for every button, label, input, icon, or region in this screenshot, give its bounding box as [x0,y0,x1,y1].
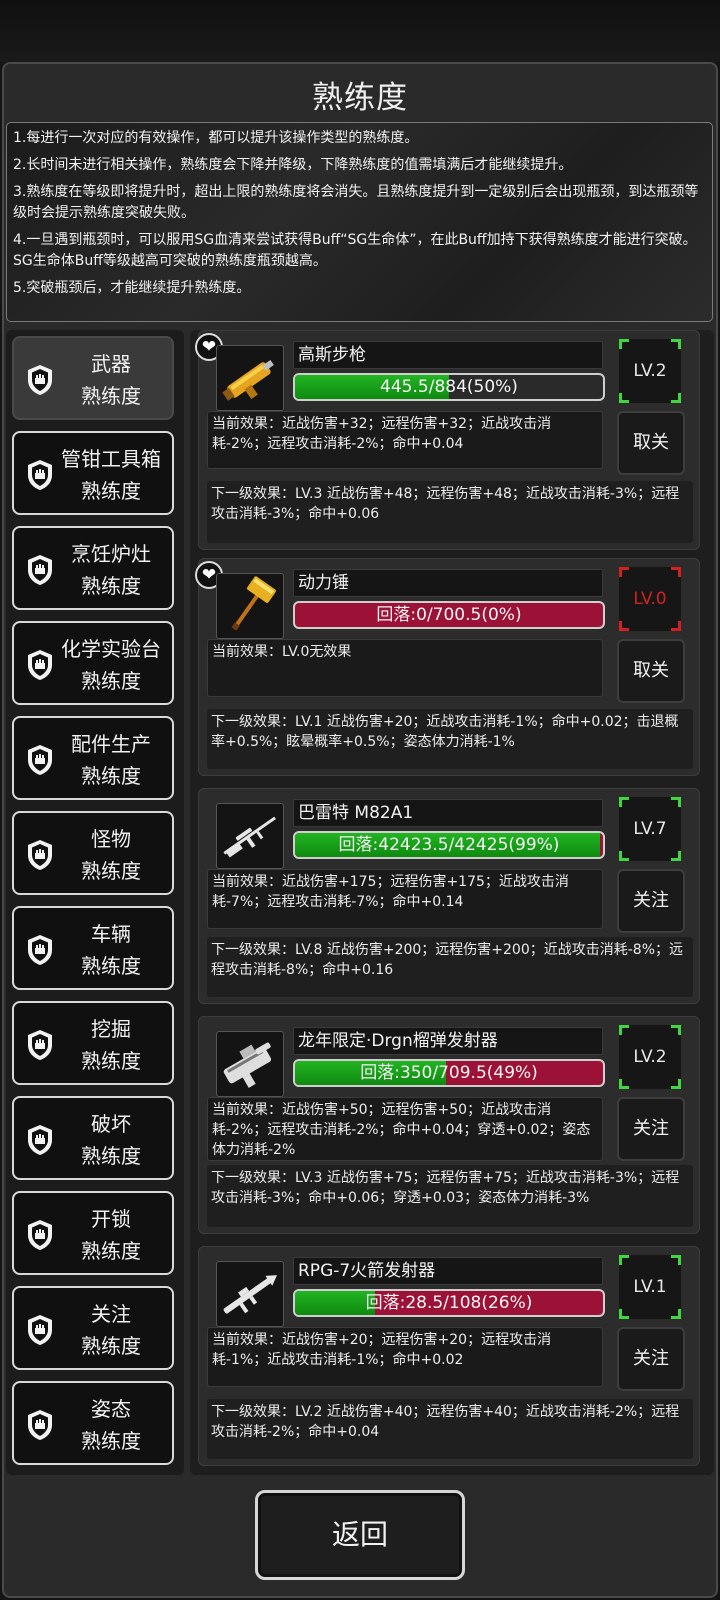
category-name: 姿态 [91,1397,131,1421]
next-level-effect: 下一级效果：LV.8 近战伤害+200；远程伤害+200；近战攻击消耗-8%；远… [207,937,693,997]
category-suffix: 熟练度 [81,1144,141,1168]
weapon-name: 动力锤 [293,569,603,597]
proficiency-bar: 回落:42423.5/42425(99%) [293,831,605,859]
level-text: LV.0 [633,589,667,609]
category-suffix: 熟练度 [81,669,141,693]
category-suffix: 熟练度 [81,1049,141,1073]
weapon-list[interactable]: ❤ 高斯步枪 445.5/884(50%) LV.2 当前效果：近战伤害+32；远程伤害… [190,330,714,1475]
level-badge: LV.7 [619,797,681,861]
follow-toggle-button[interactable]: 关注 [617,1327,685,1391]
category-suffix: 熟练度 [81,479,141,503]
follow-toggle-button[interactable]: 关注 [617,1097,685,1161]
proficiency-bar: 回落:28.5/108(26%) [293,1289,605,1317]
proficiency-text: 回落:350/709.5(49%) [360,1063,538,1083]
proficiency-text: 回落:42423.5/42425(99%) [338,835,560,855]
next-level-effect: 下一级效果：LV.3 近战伤害+48；远程伤害+48；近战攻击消耗-3%；远程攻… [207,481,693,543]
category-item-2[interactable]: 烹饪炉灶 熟练度 [12,526,174,610]
weapon-card: RPG-7火箭发射器回落:28.5/108(26%) LV.1 当前效果：近战伤害+… [198,1246,700,1466]
category-name: 怪物 [91,827,131,851]
follow-toggle-button[interactable]: 关注 [617,869,685,933]
top-background [0,0,720,62]
category-sidebar[interactable]: 武器 熟练度 管钳工具箱 熟练度 烹饪炉灶 熟练度 化学实验台 熟练度 配件生产 熟练度 怪物 熟练度… [6,330,184,1475]
next-level-effect: 下一级效果：LV.2 近战伤害+40；远程伤害+40；近战攻击消耗-2%；远程攻… [207,1399,693,1459]
weapon-name: 高斯步枪 [293,341,603,369]
gauss-rifle-icon [216,345,284,411]
category-item-3[interactable]: 化学实验台 熟练度 [12,621,174,705]
category-name: 破坏 [91,1112,131,1136]
category-item-6[interactable]: 车辆 熟练度 [12,906,174,990]
category-item-5[interactable]: 怪物 熟练度 [12,811,174,895]
proficiency-bar: 回落:350/709.5(49%) [293,1059,605,1087]
follow-toggle-button[interactable]: 取关 [617,639,685,703]
category-item-0[interactable]: 武器 熟练度 [12,336,174,420]
category-suffix: 熟练度 [81,954,141,978]
category-suffix: 熟练度 [81,384,141,408]
proficiency-text: 回落:28.5/108(26%) [365,1293,533,1313]
rocket-launcher-icon [216,1261,284,1327]
category-item-1[interactable]: 管钳工具箱 熟练度 [12,431,174,515]
category-suffix: 熟练度 [81,764,141,788]
current-effect: 当前效果：近战伤害+20；远程伤害+20；远程攻击消耗-1%；近战攻击消耗-1%… [207,1327,603,1387]
category-suffix: 熟练度 [81,1334,141,1358]
category-name: 挖掘 [91,1017,131,1041]
weapon-card: ❤ 高斯步枪 445.5/884(50%) LV.2 当前效果：近战伤害+32；远程伤害… [195,330,700,550]
category-suffix: 熟练度 [81,859,141,883]
category-item-9[interactable]: 开锁 熟练度 [12,1191,174,1275]
category-name: 配件生产 [71,732,151,756]
level-text: LV.1 [633,1277,667,1297]
category-suffix: 熟练度 [81,574,141,598]
proficiency-text: 445.5/884(50%) [380,377,518,397]
proficiency-text: 回落:0/700.5(0%) [376,605,522,625]
category-item-4[interactable]: 配件生产 熟练度 [12,716,174,800]
rule-3: 3.熟练度在等级即将提升时，超出上限的熟练度将会消失。且熟练度提升到一定级别后会… [13,184,699,221]
power-hammer-icon [216,573,284,639]
weapon-card: 巴雷特 M82A1 回落:42423.5/42425(99%) LV.7 当前效果：近… [198,788,700,1004]
next-level-effect: 下一级效果：LV.1 近战伤害+20；近战攻击消耗-1%；命中+0.02；击退概… [207,709,693,769]
page-title: 熟练度 [312,80,408,116]
proficiency-bar: 回落:0/700.5(0%) [293,601,605,629]
current-effect: 当前效果：近战伤害+32；远程伤害+32；近战攻击消耗-2%；远程攻击消耗-2%… [207,411,603,469]
level-badge: LV.2 [619,339,681,403]
level-text: LV.2 [633,1047,667,1067]
rules-box: 1.每进行一次对应的有效操作，都可以提升该操作类型的熟练度。 2.长时间未进行相… [6,122,713,322]
category-item-8[interactable]: 破坏 熟练度 [12,1096,174,1180]
current-effect: 当前效果：近战伤害+175；远程伤害+175；近战攻击消耗-7%；远程攻击消耗-… [207,869,603,929]
level-badge: LV.2 [619,1025,681,1089]
category-item-7[interactable]: 挖掘 熟练度 [12,1001,174,1085]
current-effect: 当前效果：近战伤害+50；远程伤害+50；近战攻击消耗-2%；远程攻击消耗-2%… [207,1097,603,1161]
level-text: LV.2 [633,361,667,381]
weapon-name: 巴雷特 M82A1 [293,799,603,827]
rule-4: 4.一旦遇到瓶颈时，可以服用SG血清来尝试获得Buff“SG生命体”，在此Buf… [13,232,697,269]
weapon-name: 龙年限定·Drgn榴弹发射器 [293,1027,603,1055]
category-name: 烹饪炉灶 [71,542,151,566]
next-level-effect: 下一级效果：LV.3 近战伤害+75；远程伤害+75；近战攻击消耗-3%；远程攻… [207,1165,693,1227]
category-suffix: 熟练度 [81,1429,141,1453]
proficiency-bar: 445.5/884(50%) [293,373,605,401]
weapon-card: ❤ 动力锤 回落:0/700.5(0%) LV.0 当前效果：LV.0无效果 取关 下一级效… [195,558,700,776]
category-item-10[interactable]: 关注 熟练度 [12,1286,174,1370]
category-suffix: 熟练度 [81,1239,141,1263]
grenade-launcher-icon [216,1031,284,1097]
category-item-11[interactable]: 姿态 熟练度 [12,1381,174,1465]
category-name: 关注 [91,1302,131,1326]
sniper-rifle-icon [216,803,284,869]
category-name: 武器 [91,352,131,376]
category-name: 车辆 [91,922,131,946]
level-badge: LV.0 [619,567,681,631]
category-name: 化学实验台 [61,637,161,661]
weapon-card: 龙年限定·Drgn榴弹发射器回落:350/709.5(49%) LV.2 当前效果：… [198,1016,700,1234]
rule-1: 1.每进行一次对应的有效操作，都可以提升该操作类型的熟练度。 [13,130,419,146]
back-button[interactable]: 返回 [255,1490,465,1580]
rule-5: 5.突破瓶颈后，才能继续提升熟练度。 [13,280,251,296]
weapon-name: RPG-7火箭发射器 [293,1257,603,1285]
level-badge: LV.1 [619,1255,681,1319]
rule-2: 2.长时间未进行相关操作，熟练度会下降并降级，下降熟练度的值需填满后才能继续提升… [13,157,573,173]
category-name: 开锁 [91,1207,131,1231]
category-name: 管钳工具箱 [61,447,161,471]
follow-toggle-button[interactable]: 取关 [617,411,685,475]
current-effect: 当前效果：LV.0无效果 [207,639,603,697]
level-text: LV.7 [633,819,667,839]
